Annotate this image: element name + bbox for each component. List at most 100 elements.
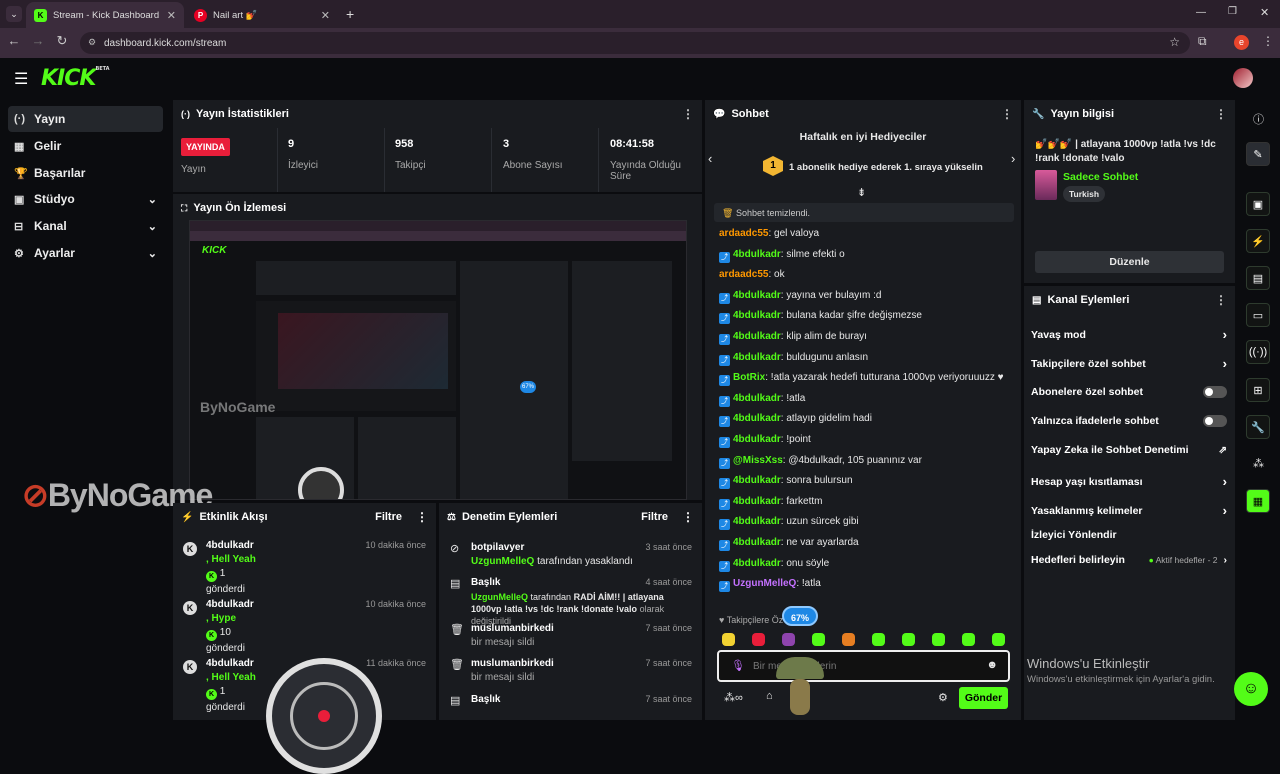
kick-coin-icon: K: [206, 571, 217, 582]
kick-logo[interactable]: KICKBETA: [41, 66, 110, 91]
menu-kebab-icon[interactable]: ⋮: [1262, 34, 1274, 48]
channel-action-item[interactable]: Yasaklanmış kelimeler ›: [1031, 503, 1227, 518]
user-avatar[interactable]: [1233, 68, 1253, 88]
menu-kebab-icon[interactable]: ⋮: [1215, 293, 1227, 307]
chat-username[interactable]: 4bdulkadr: [733, 352, 781, 363]
chat-username[interactable]: 4bdulkadr: [733, 290, 781, 301]
chat-username[interactable]: 4bdulkadr: [733, 434, 781, 445]
chat-username[interactable]: 4bdulkadr: [733, 496, 781, 507]
microphone-icon[interactable]: 🎙: [731, 659, 745, 672]
channel-action-item[interactable]: Abonelere özel sohbet: [1031, 386, 1227, 398]
site-info-icon[interactable]: ⚙: [88, 37, 96, 48]
menu-kebab-icon[interactable]: ⋮: [1001, 107, 1013, 121]
panel-title: Etkinlik Akışı: [199, 511, 268, 523]
hamburger-menu-icon[interactable]: ☰: [14, 69, 28, 89]
chevron-left-icon[interactable]: ‹: [708, 151, 712, 166]
paratrooper-overlay: [770, 657, 830, 717]
bolt-icon[interactable]: ⚡: [1246, 229, 1270, 253]
sidebar-item-yayin[interactable]: (·) Yayın: [8, 106, 163, 132]
window-close-icon[interactable]: ✕: [1260, 6, 1269, 19]
channel-action-item[interactable]: Yalnızca ifadelerle sohbet: [1031, 415, 1227, 427]
sidebar-item-studyo[interactable]: ▣ Stüdyo ⌄: [8, 186, 163, 212]
menu-kebab-icon[interactable]: ⋮: [682, 107, 694, 121]
stream-preview-video[interactable]: KICK ByNoGame 67%: [189, 220, 687, 500]
edit-pencil-icon[interactable]: ✎: [1246, 142, 1270, 166]
browser-tab-kick[interactable]: K Stream - Kick Dashboard ✕: [26, 2, 184, 28]
chat-username[interactable]: 4bdulkadr: [733, 393, 781, 404]
layout-icon[interactable]: ⊞: [1246, 378, 1270, 402]
browser-tab-pinterest[interactable]: P Nail art 💅 ✕: [186, 2, 338, 28]
sidebar-item-kanal[interactable]: ⊟ Kanal ⌄: [8, 213, 163, 239]
chat-input[interactable]: 🎙 Bir mesaj gönderin ☻: [717, 650, 1010, 682]
chat-username[interactable]: ardaadc55: [719, 269, 768, 280]
url-field[interactable]: ⚙ dashboard.kick.com/stream ☆: [80, 32, 1190, 54]
chat-username[interactable]: 4bdulkadr: [733, 249, 781, 260]
chat-username[interactable]: 4bdulkadr: [733, 413, 781, 424]
pin-collapse-icon[interactable]: ⇟: [857, 186, 866, 199]
close-icon[interactable]: ✕: [321, 9, 330, 22]
active-tool-icon[interactable]: ▦: [1246, 489, 1270, 513]
send-button[interactable]: Gönder: [959, 687, 1008, 709]
chat-username[interactable]: 4bdulkadr: [733, 537, 781, 548]
points-icon[interactable]: ⁂∞: [724, 691, 743, 704]
chat-username[interactable]: 4bdulkadr: [733, 310, 781, 321]
chat-icon[interactable]: ▭: [1246, 303, 1270, 327]
channel-action-item[interactable]: Takipçilere özel sohbet ›: [1031, 356, 1227, 371]
bookmark-star-icon[interactable]: ☆: [1169, 35, 1180, 49]
chat-username[interactable]: UzgunMelleQ: [733, 578, 796, 589]
emoji-icon[interactable]: ☻: [986, 659, 998, 671]
edit-button[interactable]: Düzenle: [1035, 251, 1224, 273]
notes-icon[interactable]: ▤: [1246, 266, 1270, 290]
sidebar-item-gelir[interactable]: ▦ Gelir: [8, 133, 163, 159]
channel-action-item[interactable]: Hesap yaşı kısıtlaması ›: [1031, 474, 1227, 489]
sidebar-item-ayarlar[interactable]: ⚙ Ayarlar ⌄: [8, 240, 163, 266]
toggle-switch[interactable]: [1203, 415, 1227, 427]
info-icon[interactable]: ⓘ: [1253, 111, 1264, 127]
reload-icon[interactable]: ↻: [52, 33, 72, 49]
chat-username[interactable]: BotRix: [733, 372, 765, 383]
chat-username[interactable]: @MissXss: [733, 455, 783, 466]
filter-button[interactable]: Filtre: [641, 511, 668, 523]
extensions-icon[interactable]: ⧉: [1198, 34, 1207, 49]
maximize-icon[interactable]: ❐: [1228, 6, 1237, 17]
stat-value: 9: [288, 138, 295, 150]
sidebar-item-basarilar[interactable]: 🏆 Başarılar: [8, 160, 163, 186]
filter-button[interactable]: Filtre: [375, 511, 402, 523]
minimize-icon[interactable]: —: [1196, 7, 1206, 18]
support-chat-icon[interactable]: ☺: [1234, 672, 1268, 706]
forward-icon[interactable]: →: [28, 33, 48, 48]
new-tab-plus-icon[interactable]: +: [346, 6, 354, 22]
category-thumbnail[interactable]: [1035, 170, 1057, 200]
subscriber-badge-icon: ⤴: [719, 292, 730, 304]
close-icon[interactable]: ✕: [167, 9, 176, 22]
channel-action-item[interactable]: İzleyici Yönlendir: [1031, 529, 1227, 541]
chat-username[interactable]: 4bdulkadr: [733, 558, 781, 569]
channel-action-item[interactable]: Yapay Zeka ile Sohbet Denetimi ⇗: [1031, 444, 1227, 456]
stream-key-icon[interactable]: ▣: [1246, 192, 1270, 216]
profile-avatar[interactable]: e: [1234, 35, 1249, 50]
chat-username[interactable]: 4bdulkadr: [733, 331, 781, 342]
chat-text: ne var ayarlarda: [786, 537, 859, 548]
broadcast-icon[interactable]: ((·)): [1246, 340, 1270, 364]
toggle-switch[interactable]: [1203, 386, 1227, 398]
points-icon[interactable]: ⁂: [1253, 457, 1264, 470]
panel-title: Kanal Eylemleri: [1047, 294, 1130, 306]
back-icon[interactable]: ←: [4, 33, 24, 48]
gift-cta-text[interactable]: 1 abonelik hediye ederek 1. sıraya yükse…: [789, 162, 983, 173]
chevron-right-icon[interactable]: ›: [1011, 151, 1015, 166]
store-icon[interactable]: ⌂: [766, 690, 773, 702]
actions-icon: ▤: [1032, 294, 1042, 306]
chat-username[interactable]: ardaadc55: [719, 228, 768, 239]
menu-kebab-icon[interactable]: ⋮: [1215, 107, 1227, 121]
chat-username[interactable]: 4bdulkadr: [733, 516, 781, 527]
menu-kebab-icon[interactable]: ⋮: [682, 510, 694, 524]
chat-username[interactable]: 4bdulkadr: [733, 475, 781, 486]
tab-search-button[interactable]: ⌄: [6, 6, 22, 22]
channel-action-item[interactable]: Hedefleri belirleyin ● Aktif hedefler - 2…: [1031, 554, 1227, 566]
chat-text: gel valoya: [774, 228, 820, 239]
wrench-icon[interactable]: 🔧: [1246, 415, 1270, 439]
menu-kebab-icon[interactable]: ⋮: [416, 510, 428, 524]
channel-action-item[interactable]: Yavaş mod ›: [1031, 327, 1227, 342]
category-link[interactable]: Sadece Sohbet: [1063, 171, 1138, 183]
chat-settings-gear-icon[interactable]: ⚙: [938, 691, 948, 704]
